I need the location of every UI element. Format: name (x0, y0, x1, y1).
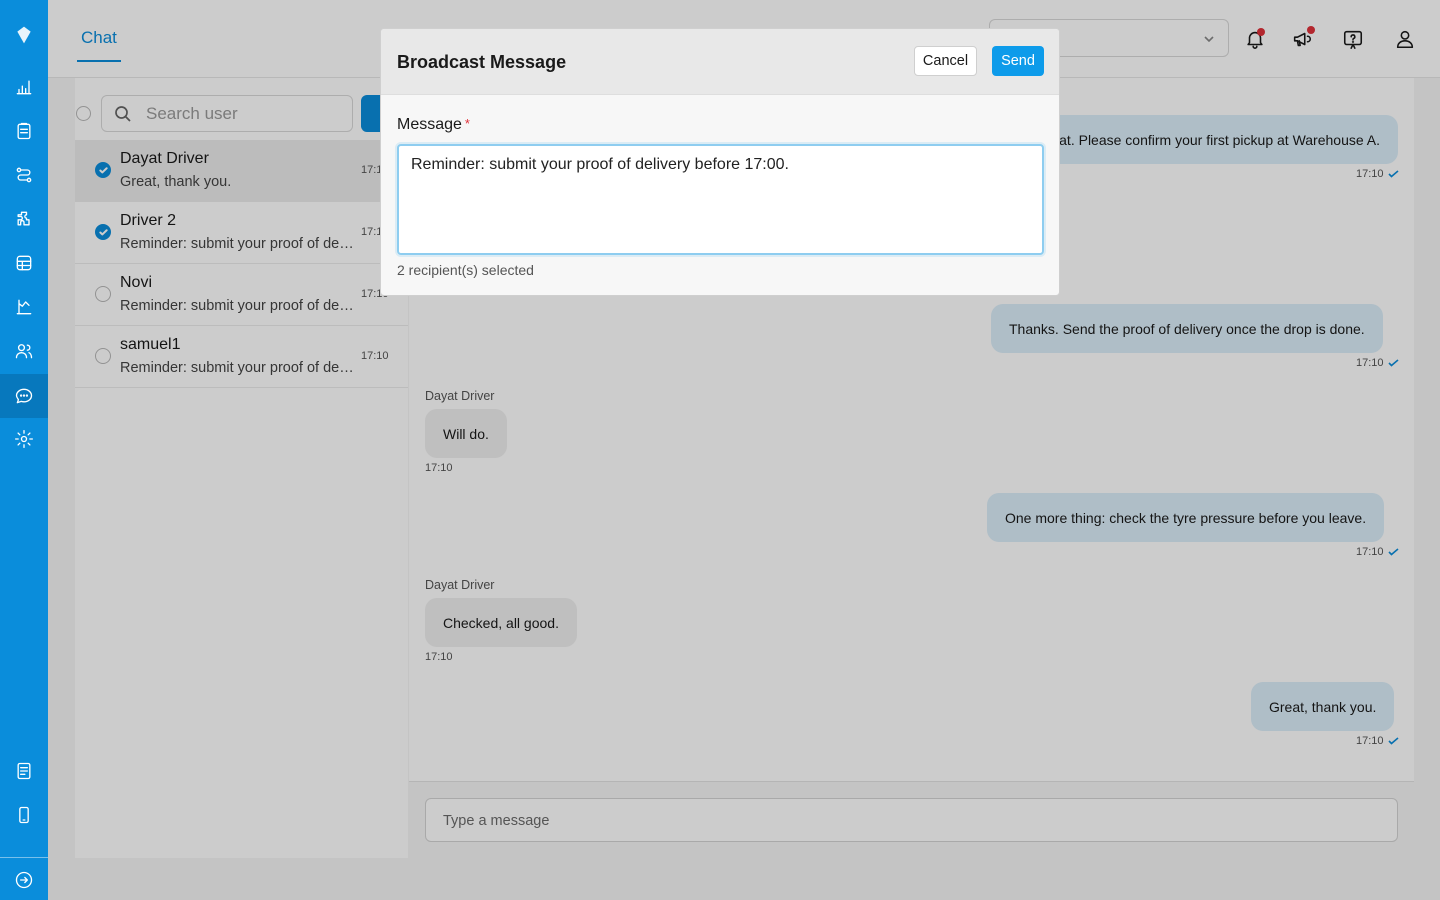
logo-icon[interactable] (12, 23, 36, 47)
database-icon[interactable] (12, 251, 36, 275)
reports-icon[interactable] (12, 295, 36, 319)
message-label-text: Message (397, 116, 462, 133)
integrations-icon[interactable] (12, 207, 36, 231)
analytics-icon[interactable] (12, 75, 36, 99)
broadcast-message-textarea[interactable]: Reminder: submit your proof of delivery … (397, 144, 1044, 255)
document-icon[interactable] (12, 759, 36, 783)
users-icon[interactable] (12, 339, 36, 363)
orders-icon[interactable] (12, 119, 36, 143)
modal-title: Broadcast Message (397, 52, 567, 72)
routes-icon[interactable] (12, 163, 36, 187)
message-field-label: Message * (397, 116, 470, 134)
chat-icon[interactable] (12, 384, 36, 408)
settings-icon[interactable] (12, 427, 36, 451)
sidebar-divider (0, 857, 48, 858)
send-button[interactable]: Send (992, 46, 1044, 76)
broadcast-modal: Broadcast Message Cancel Send Message * R… (380, 28, 1060, 296)
required-marker: * (464, 116, 470, 131)
logout-icon[interactable] (12, 868, 36, 892)
cancel-button[interactable]: Cancel (914, 46, 977, 76)
sidebar (0, 0, 48, 900)
mobile-icon[interactable] (12, 803, 36, 827)
recipients-count: 2 recipient(s) selected (397, 262, 534, 278)
modal-header: Broadcast Message Cancel Send (381, 29, 1059, 95)
